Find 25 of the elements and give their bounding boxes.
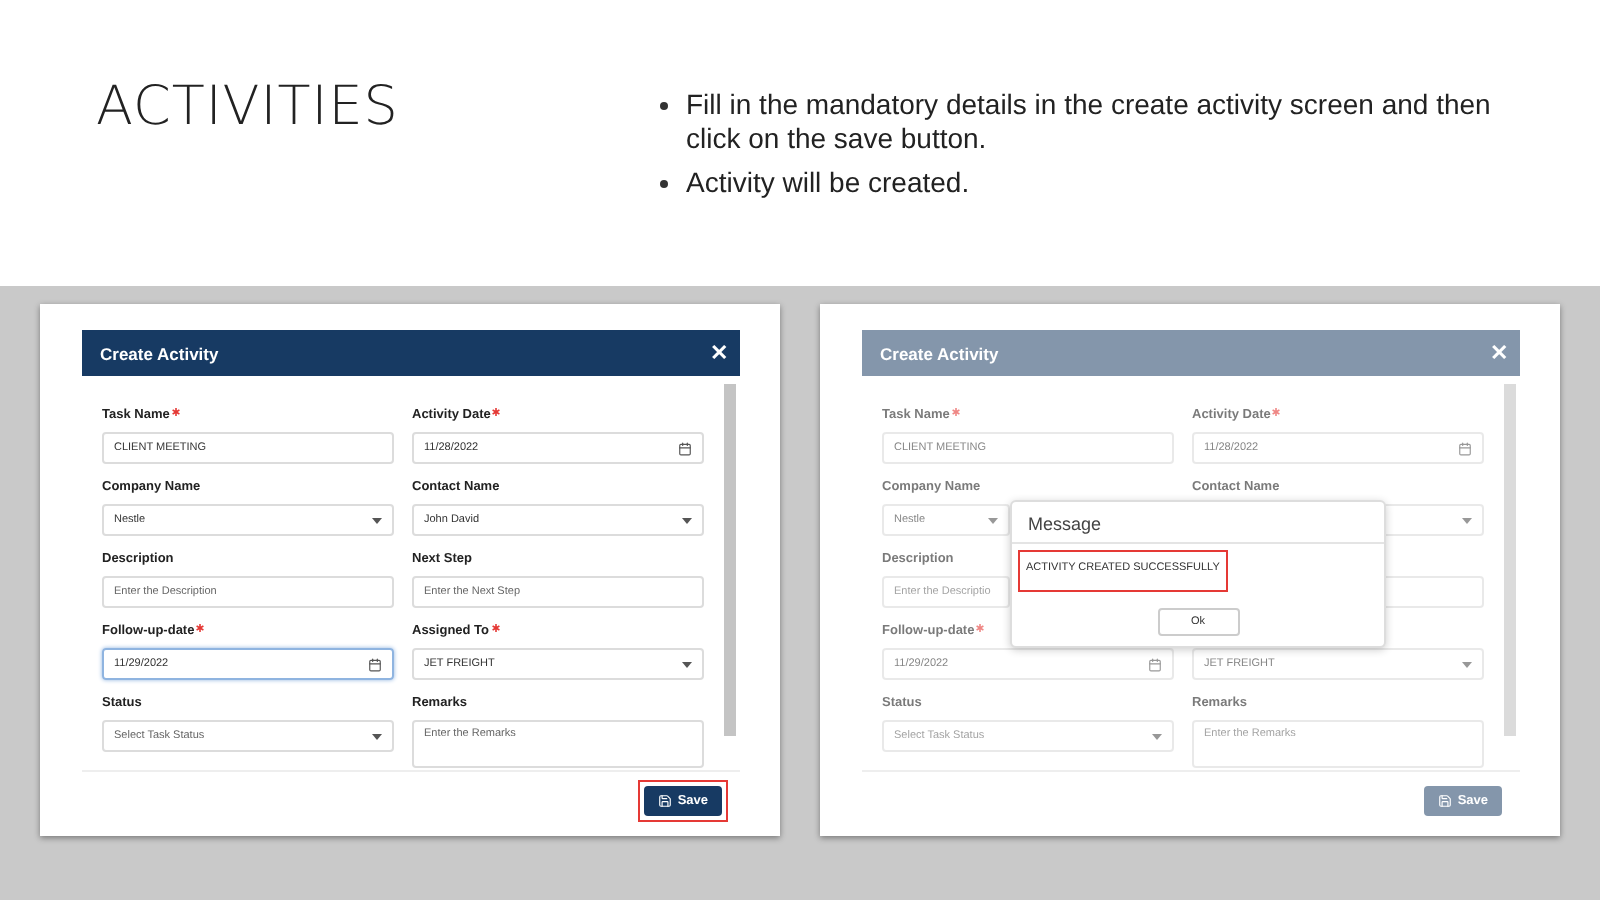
- caret-icon: [372, 733, 382, 739]
- save-icon: [1437, 793, 1452, 807]
- bullet-text: Fill in the mandatory details in the create activity screen and then click on the save button.: [686, 88, 1493, 156]
- calendar-icon: [1458, 441, 1472, 455]
- modal-title: Create Activity: [880, 343, 999, 363]
- modal-title: Create Activity: [100, 343, 219, 363]
- bullet-text: Activity will be created.: [686, 166, 970, 200]
- slide-title: ACTIVITIES: [94, 74, 401, 142]
- calendar-icon: [368, 657, 382, 671]
- scrollbar[interactable]: [1504, 384, 1516, 736]
- caret-icon: [1462, 661, 1472, 667]
- caret-icon: [682, 517, 692, 523]
- caret-icon: [682, 661, 692, 667]
- dialog-title: Message: [1012, 502, 1384, 544]
- caret-icon: [988, 517, 998, 523]
- bullet-icon: [660, 180, 668, 188]
- caret-icon: [1152, 733, 1162, 739]
- close-button[interactable]: ✕: [710, 340, 728, 366]
- caret-icon: [1462, 517, 1472, 523]
- bullet-icon: [660, 102, 668, 110]
- calendar-icon: [678, 441, 692, 455]
- caret-icon: [372, 517, 382, 523]
- calendar-icon: [1148, 657, 1162, 671]
- scrollbar[interactable]: [724, 384, 736, 736]
- save-icon: [657, 793, 672, 807]
